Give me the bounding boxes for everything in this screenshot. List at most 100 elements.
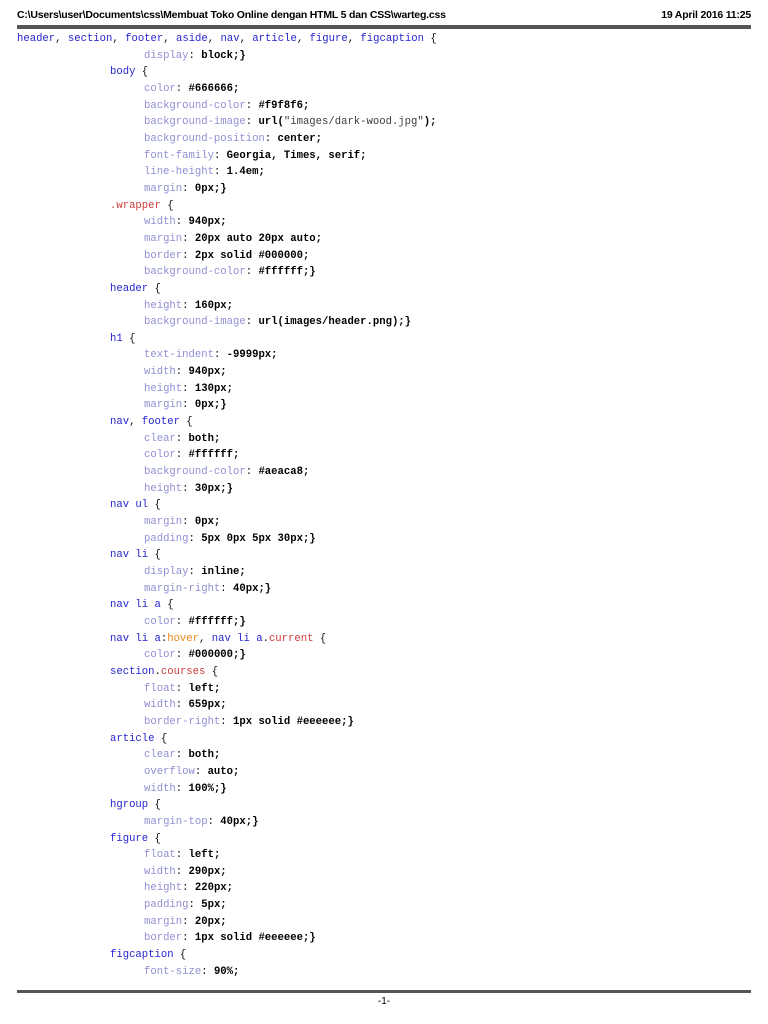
- code-line: display: block;}: [17, 48, 768, 65]
- code-token-prop: background-color: [144, 466, 246, 479]
- print-datetime: 19 April 2016 11:25: [661, 9, 751, 21]
- code-line: nav, footer {: [17, 414, 768, 431]
- code-token-pln: ,: [347, 33, 361, 45]
- code-token-sel: header: [110, 282, 149, 295]
- code-token-val: auto;: [207, 765, 240, 778]
- code-token-pln: ,: [239, 33, 253, 45]
- code-line: nav li a {: [17, 597, 768, 614]
- code-token-val: 290px;: [188, 865, 227, 878]
- code-line: header, section, footer, aside, nav, art…: [17, 31, 768, 48]
- code-token-val: 659px;: [188, 699, 227, 712]
- code-token-prop: margin-right: [144, 582, 221, 595]
- code-token-sel: nav ul: [110, 499, 149, 512]
- code-line: border-right: 1px solid #eeeeee;}: [17, 714, 768, 731]
- code-token-pln: :: [188, 566, 202, 578]
- footer-rule: [17, 990, 751, 993]
- code-token-val: 940px;: [188, 216, 227, 229]
- code-line: nav li {: [17, 547, 768, 564]
- code-token-psd: hover: [167, 632, 200, 645]
- code-token-str: "images/dark-wood.jpg": [283, 116, 424, 129]
- code-token-pln: {: [160, 599, 174, 612]
- code-token-sel: section: [67, 33, 113, 45]
- code-line: background-image: url(images/header.png)…: [17, 314, 768, 331]
- code-token-pln: :: [220, 582, 234, 595]
- code-token-sel: nav li a: [211, 632, 263, 645]
- code-token-prop: margin-top: [144, 815, 208, 828]
- code-token-prop: border: [144, 932, 183, 945]
- code-line: clear: both;: [17, 431, 768, 448]
- code-token-val: 0px;}: [194, 182, 227, 195]
- code-token-sel: section: [110, 665, 155, 678]
- code-token-prop: color: [144, 615, 176, 628]
- code-line: padding: 5px 0px 5px 30px;}: [17, 531, 768, 548]
- code-token-pln: :: [175, 366, 189, 379]
- code-token-prop: border-right: [144, 715, 221, 728]
- code-line: nav li a:hover, nav li a.current {: [17, 631, 768, 648]
- code-token-sel: nav li: [110, 549, 149, 562]
- code-token-sel: figcaption: [110, 949, 174, 962]
- code-token-val: block;}: [201, 49, 246, 62]
- code-line: body {: [17, 64, 768, 81]
- code-token-val: 20px;: [194, 915, 227, 928]
- code-line: width: 290px;: [17, 864, 768, 881]
- code-token-pln: {: [148, 549, 161, 562]
- code-token-pln: {: [154, 732, 168, 745]
- code-token-sel: body: [110, 66, 136, 79]
- code-token-pln: {: [173, 949, 187, 962]
- code-token-prop: background-color: [144, 266, 246, 279]
- code-token-pln: ,: [112, 33, 126, 45]
- code-token-pln: {: [160, 199, 174, 212]
- code-token-prop: clear: [144, 432, 176, 445]
- code-line: h1 {: [17, 331, 768, 348]
- code-token-prop: color: [144, 649, 176, 662]
- code-token-pln: :: [264, 132, 278, 145]
- code-line: margin-right: 40px;}: [17, 581, 768, 598]
- code-token-pln: :: [213, 166, 227, 179]
- code-token-pln: :: [245, 266, 259, 279]
- code-token-sel: header: [17, 33, 56, 45]
- code-token-pln: :: [182, 299, 195, 312]
- code-token-prop: margin: [144, 516, 183, 529]
- code-token-prop: width: [144, 782, 176, 795]
- code-token-pln: :: [245, 466, 259, 479]
- code-line: color: #ffffff;}: [17, 614, 768, 631]
- code-line: margin: 0px;: [17, 514, 768, 531]
- code-token-val: inline;: [201, 566, 246, 578]
- code-token-pln: :: [182, 399, 195, 412]
- code-line: border: 2px solid #000000;: [17, 248, 768, 265]
- code-token-pln: :: [245, 116, 259, 129]
- code-token-val: 130px;: [194, 382, 234, 395]
- code-line: section.courses {: [17, 664, 768, 681]
- code-token-val: #000000;}: [188, 649, 246, 662]
- code-token-val: Georgia, Times, serif;: [226, 149, 367, 162]
- code-token-pln: ,: [163, 33, 176, 45]
- code-token-prop: font-family: [144, 149, 214, 162]
- code-token-pln: :: [175, 849, 189, 862]
- code-token-prop: margin: [144, 399, 183, 412]
- code-line: line-height: 1.4em;: [17, 164, 768, 181]
- code-token-sel: article: [110, 732, 155, 745]
- code-token-pln: ,: [199, 632, 212, 645]
- code-line: width: 659px;: [17, 697, 768, 714]
- code-token-val: 0px;: [194, 516, 221, 529]
- code-token-val: #ffffff;: [188, 449, 240, 462]
- code-token-pln: {: [205, 665, 219, 678]
- code-line: background-color: #f9f8f6;: [17, 98, 768, 115]
- code-token-pln: :: [175, 682, 189, 695]
- code-line: background-position: center;: [17, 131, 768, 148]
- code-line: header {: [17, 281, 768, 298]
- code-line: margin: 0px;}: [17, 397, 768, 414]
- code-token-val: #aeaca8;: [258, 466, 310, 479]
- code-token-val: 40px;}: [233, 582, 272, 595]
- code-token-prop: clear: [144, 749, 176, 762]
- code-token-val: 220px;: [194, 882, 234, 895]
- code-token-pln: {: [313, 632, 327, 645]
- code-line: .wrapper {: [17, 198, 768, 215]
- code-token-prop: border: [144, 249, 183, 262]
- code-token-pln: ,: [207, 33, 221, 45]
- code-line: nav ul {: [17, 497, 768, 514]
- code-token-cls: courses: [160, 665, 206, 678]
- code-token-pln: :: [175, 865, 189, 878]
- code-token-pln: :: [201, 965, 214, 978]
- code-token-pln: :: [182, 482, 195, 495]
